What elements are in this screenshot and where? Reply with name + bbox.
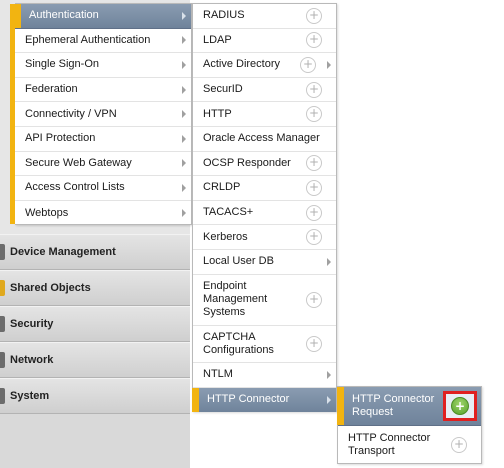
add-icon[interactable]: + bbox=[306, 81, 322, 98]
menu-item-webtops[interactable]: Webtops bbox=[15, 201, 191, 226]
menu-level2: RADIUS + LDAP + Active Directory + Secur… bbox=[192, 3, 337, 413]
menu-item-label: Ephemeral Authentication bbox=[25, 33, 151, 46]
menu-item-label: Active Directory bbox=[203, 58, 281, 71]
menu-item-label: HTTP bbox=[203, 107, 232, 120]
menu-item-http-connector[interactable]: HTTP Connector bbox=[192, 387, 336, 413]
nav-section-label: Shared Objects bbox=[10, 282, 91, 294]
network-icon bbox=[0, 352, 5, 368]
chevron-right-icon bbox=[327, 257, 331, 266]
add-icon[interactable]: + bbox=[300, 56, 316, 73]
menu-item-label: CAPTCHA Configurations bbox=[203, 330, 274, 356]
menu-item-securid[interactable]: SecurID + bbox=[193, 78, 336, 103]
menu-item-ephemeral-authentication[interactable]: Ephemeral Authentication bbox=[15, 29, 191, 54]
menu-item-federation[interactable]: Federation bbox=[15, 78, 191, 103]
menu-item-connectivity-vpn[interactable]: Connectivity / VPN bbox=[15, 102, 191, 127]
menu-item-label: API Protection bbox=[25, 132, 96, 145]
chevron-right-icon bbox=[182, 159, 186, 168]
menu-item-active-directory[interactable]: Active Directory + bbox=[193, 53, 336, 78]
menu-item-ocsp-responder[interactable]: OCSP Responder + bbox=[193, 152, 336, 177]
menu-item-label: Webtops bbox=[25, 206, 69, 219]
menu-item-label: Connectivity / VPN bbox=[25, 107, 117, 120]
add-icon[interactable]: + bbox=[306, 229, 322, 246]
nav-section-label: Device Management bbox=[10, 246, 116, 258]
chevron-right-icon bbox=[182, 36, 186, 45]
chevron-right-icon bbox=[327, 60, 331, 69]
add-icon[interactable]: + bbox=[306, 179, 322, 196]
device-icon bbox=[0, 244, 5, 260]
menu-level1: Authentication Ephemeral Authentication … bbox=[10, 3, 192, 226]
chevron-right-icon bbox=[182, 11, 186, 20]
menu-item-authentication[interactable]: Authentication bbox=[14, 4, 191, 29]
menu-item-label: Oracle Access Manager bbox=[203, 132, 320, 145]
add-icon[interactable]: + bbox=[306, 7, 322, 24]
nav-section-label: Network bbox=[10, 354, 54, 366]
menu-item-endpoint-management-systems[interactable]: Endpoint Management Systems + bbox=[193, 275, 336, 326]
menu-item-http-connector-request[interactable]: HTTP Connector Request + bbox=[337, 387, 481, 426]
nav-section-security[interactable]: Security bbox=[0, 306, 190, 342]
add-button-highlight[interactable]: + bbox=[443, 391, 477, 421]
nav-section-network[interactable]: Network bbox=[0, 342, 190, 378]
chevron-right-icon bbox=[182, 110, 186, 119]
menu-item-tacacs[interactable]: TACACS+ + bbox=[193, 201, 336, 226]
menu-item-oracle-access-manager[interactable]: Oracle Access Manager bbox=[193, 127, 336, 152]
menu-item-label: SecurID bbox=[203, 83, 243, 96]
menu-item-label: Secure Web Gateway bbox=[25, 156, 132, 169]
chevron-right-icon bbox=[182, 60, 186, 69]
menu-item-label: Kerberos bbox=[203, 230, 248, 243]
chevron-right-icon bbox=[327, 395, 331, 404]
menu-item-label: NTLM bbox=[203, 368, 233, 381]
menu-item-radius[interactable]: RADIUS + bbox=[193, 4, 336, 29]
add-icon[interactable]: + bbox=[451, 437, 467, 453]
menu-item-secure-web-gateway[interactable]: Secure Web Gateway bbox=[15, 152, 191, 177]
menu-item-label: LDAP bbox=[203, 33, 232, 46]
menu-item-label: RADIUS bbox=[203, 9, 245, 22]
menu-item-label: HTTP Connector Request bbox=[352, 393, 435, 418]
chevron-right-icon bbox=[327, 370, 331, 379]
menu-item-label: Federation bbox=[25, 83, 78, 96]
system-icon bbox=[0, 388, 5, 404]
add-icon[interactable]: + bbox=[306, 204, 322, 221]
menu-item-single-sign-on[interactable]: Single Sign-On bbox=[15, 53, 191, 78]
menu-item-label: Access Control Lists bbox=[25, 181, 125, 194]
add-icon[interactable]: + bbox=[306, 335, 322, 352]
menu-item-api-protection[interactable]: API Protection bbox=[15, 127, 191, 152]
nav-bottom-filler bbox=[0, 414, 190, 468]
shared-objects-icon bbox=[0, 280, 5, 296]
nav-section-label: Security bbox=[10, 318, 54, 330]
nav-section-device-management[interactable]: Device Management bbox=[0, 234, 190, 270]
menu-item-label: CRLDP bbox=[203, 181, 241, 194]
chevron-right-icon bbox=[182, 85, 186, 94]
menu-level3: HTTP Connector Request + HTTP Connector … bbox=[337, 386, 482, 464]
add-icon[interactable]: + bbox=[306, 32, 322, 49]
menu-item-label: Single Sign-On bbox=[25, 58, 99, 71]
menu-item-local-user-db[interactable]: Local User DB bbox=[193, 250, 336, 275]
chevron-right-icon bbox=[182, 183, 186, 192]
add-icon[interactable]: + bbox=[306, 155, 322, 172]
add-icon[interactable]: + bbox=[306, 106, 322, 123]
menu-item-label: Local User DB bbox=[203, 255, 274, 268]
menu-item-label: HTTP Connector Transport bbox=[348, 432, 431, 457]
menu-item-captcha-configurations[interactable]: CAPTCHA Configurations + bbox=[193, 326, 336, 363]
menu-item-http-connector-transport[interactable]: HTTP Connector Transport + bbox=[338, 426, 481, 464]
menu-item-label: Endpoint Management Systems bbox=[203, 280, 268, 319]
menu-item-http[interactable]: HTTP + bbox=[193, 102, 336, 127]
add-icon[interactable]: + bbox=[306, 291, 322, 308]
security-icon bbox=[0, 316, 5, 332]
menu-item-label: Authentication bbox=[29, 9, 99, 22]
menu-item-access-control-lists[interactable]: Access Control Lists bbox=[15, 176, 191, 201]
chevron-right-icon bbox=[182, 134, 186, 143]
menu-item-kerberos[interactable]: Kerberos + bbox=[193, 225, 336, 250]
nav-section-shared-objects[interactable]: Shared Objects bbox=[0, 270, 190, 306]
menu-item-ldap[interactable]: LDAP + bbox=[193, 29, 336, 54]
chevron-right-icon bbox=[182, 209, 186, 218]
menu-item-label: TACACS+ bbox=[203, 206, 254, 219]
nav-section-label: System bbox=[10, 390, 50, 402]
menu-item-label: HTTP Connector bbox=[207, 393, 290, 406]
add-icon[interactable]: + bbox=[451, 397, 469, 415]
menu-item-ntlm[interactable]: NTLM bbox=[193, 363, 336, 388]
menu-item-label: OCSP Responder bbox=[203, 156, 291, 169]
menu-item-crldp[interactable]: CRLDP + bbox=[193, 176, 336, 201]
nav-section-system[interactable]: System bbox=[0, 378, 190, 414]
